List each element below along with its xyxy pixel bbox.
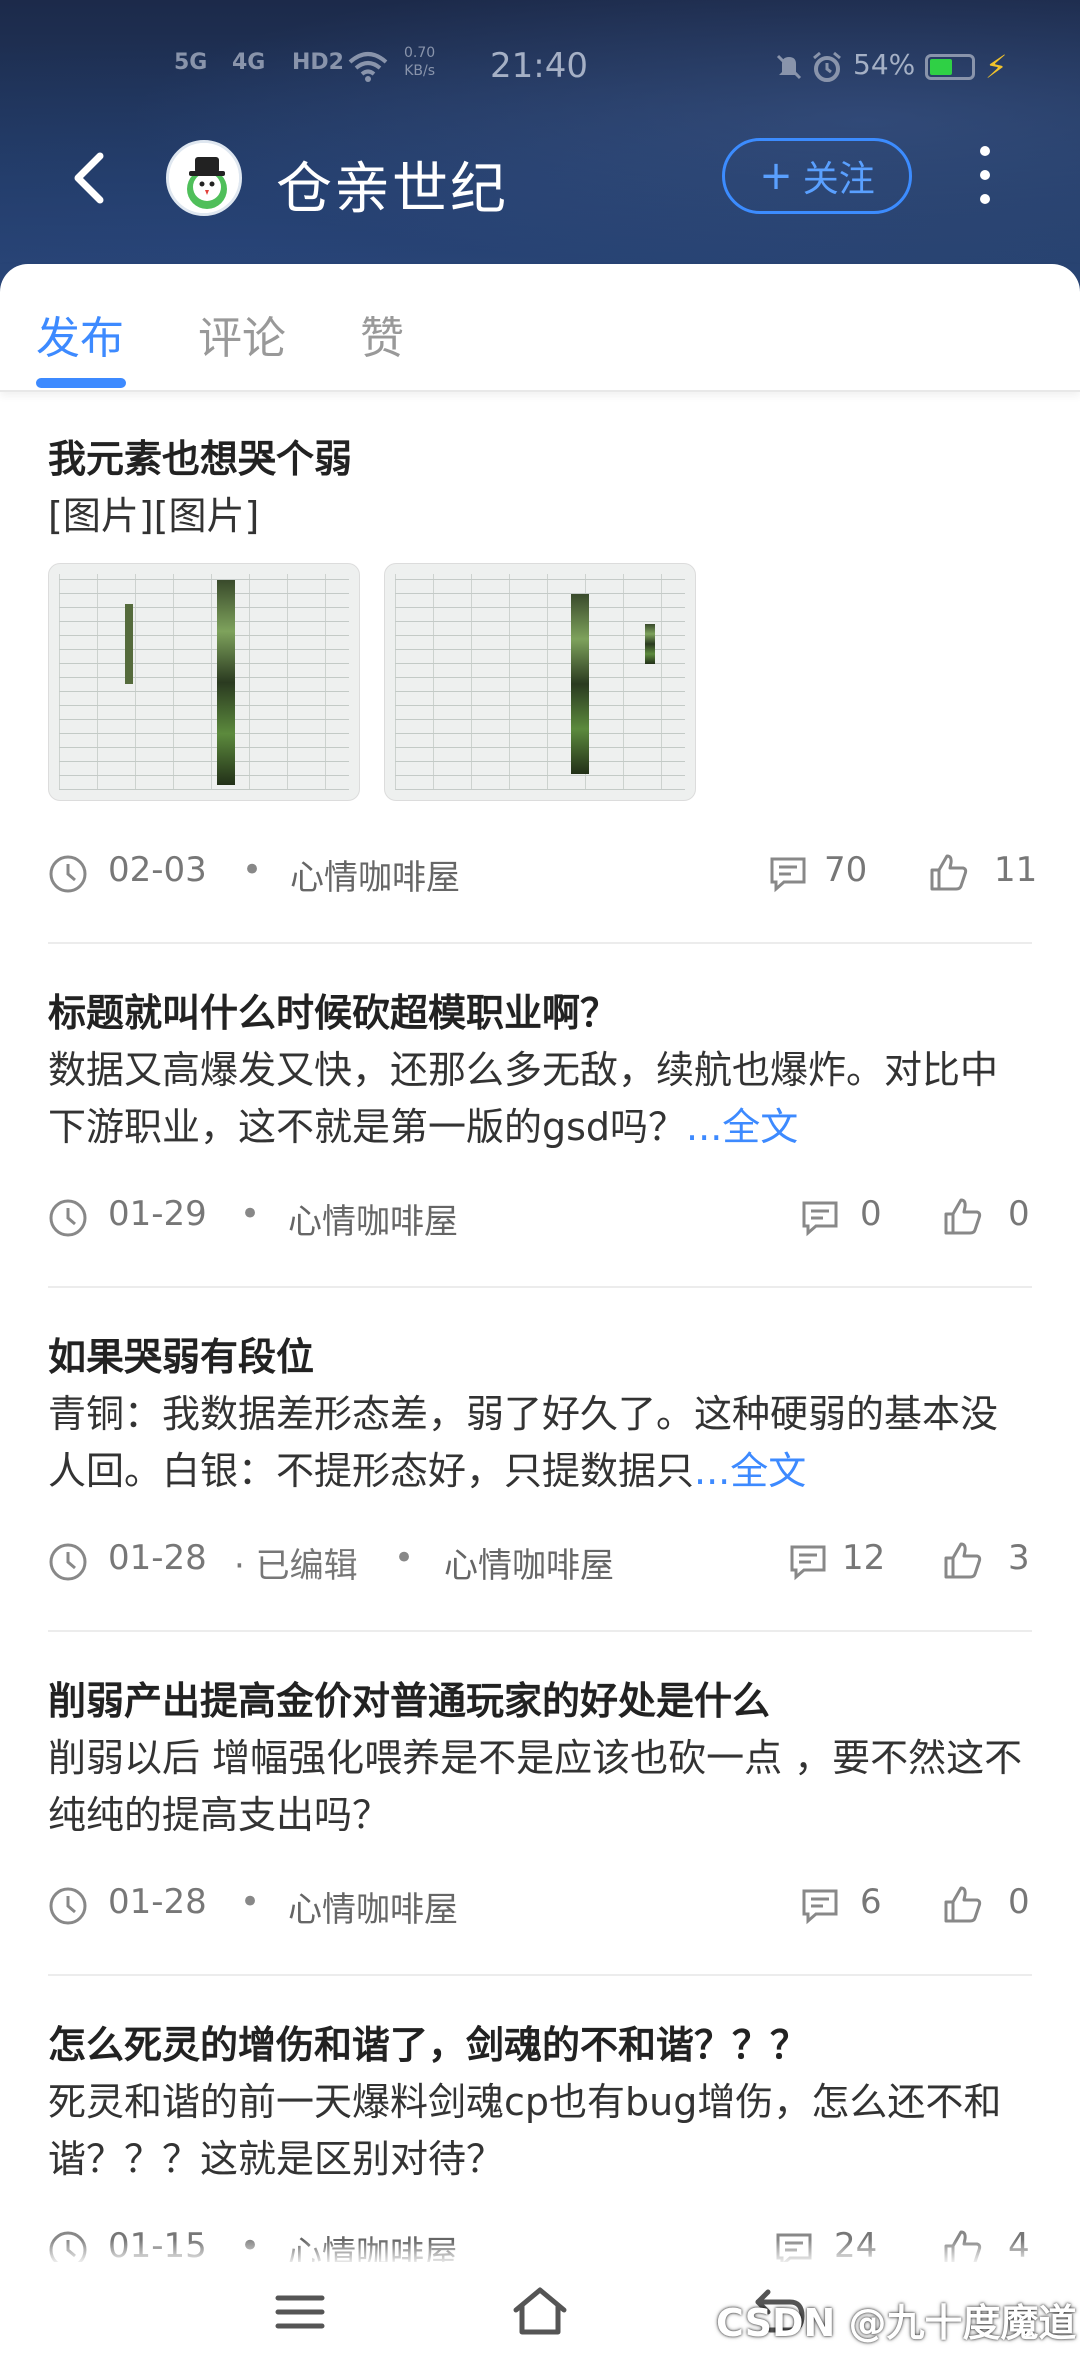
post-title[interactable]: 如果哭弱有段位 <box>48 1328 1032 1386</box>
comment-count: 12 <box>842 1538 886 1578</box>
divider <box>48 1630 1032 1632</box>
read-more-link[interactable]: ...全文 <box>694 1449 806 1493</box>
post-body: [图片][图片] <box>48 494 260 538</box>
post-meta: 01-28 • 心情咖啡屋 6 0 <box>48 1880 1032 1930</box>
post-body: 死灵和谐的前一天爆料剑魂cp也有bug增伤，怎么还不和谐？？？这就是区别对待？ <box>48 2080 1002 2181</box>
charging-icon: ⚡ <box>985 48 1008 86</box>
like-count: 0 <box>1008 1194 1030 1234</box>
page-title: 仓亲世纪 <box>276 157 508 222</box>
tab-posts[interactable]: 发布 <box>36 302 124 366</box>
like-count: 11 <box>994 850 1038 890</box>
meta-separator: • <box>240 1194 261 1234</box>
alarm-icon <box>813 51 841 82</box>
divider <box>48 1974 1032 1976</box>
follow-label: 关注 <box>802 159 875 200</box>
post-meta: 02-03 • 心情咖啡屋 70 11 <box>48 848 1037 899</box>
like-icon[interactable] <box>942 1196 984 1238</box>
read-more-link[interactable]: ...全文 <box>686 1105 798 1149</box>
tab-indicator <box>36 378 126 388</box>
post-item[interactable]: 我元素也想哭个弱 [图片][图片] <box>48 430 1032 801</box>
battery-icon <box>925 54 975 80</box>
tab-comments[interactable]: 评论 <box>198 302 286 366</box>
like-count: 3 <box>1008 1538 1030 1578</box>
like-count: 0 <box>1008 1882 1030 1922</box>
post-title[interactable]: 标题就叫什么时候砍超模职业啊？ <box>48 984 1032 1042</box>
meta-separator: • <box>240 1882 261 1922</box>
clock-icon <box>49 855 87 893</box>
like-icon[interactable] <box>942 1540 984 1582</box>
header: 5G 4G HD2 0.70 KB/s 21:40 54% ⚡ 仓亲世纪 + 关… <box>0 0 1080 300</box>
battery-percent: 54% <box>853 48 916 81</box>
post-title[interactable]: 削弱产出提高金价对普通玩家的好处是什么 <box>48 1672 1032 1730</box>
wifi-icon <box>348 52 388 82</box>
like-icon[interactable] <box>942 1884 984 1926</box>
avatar[interactable] <box>166 140 242 216</box>
post-date: 01-28 <box>108 1538 207 1578</box>
comment-icon[interactable] <box>800 1198 840 1238</box>
post-image[interactable] <box>48 563 360 801</box>
watermark: CSDN @九十度魔道 <box>716 2301 1077 2345</box>
post-meta: 01-28 · 已编辑 • 心情咖啡屋 12 3 <box>48 1536 1032 1586</box>
home-icon[interactable] <box>510 2282 570 2342</box>
edited-label: · 已编辑 <box>234 1546 358 1586</box>
meta-separator: • <box>394 1538 415 1578</box>
post-images <box>48 563 1032 801</box>
comment-count: 6 <box>860 1882 882 1922</box>
signal-5g: 5G <box>174 50 208 75</box>
clock-time: 21:40 <box>490 46 588 86</box>
post-item[interactable]: 怎么死灵的增伤和谐了，剑魂的不和谐？？？ 死灵和谐的前一天爆料剑魂cp也有bug… <box>48 2016 1032 2188</box>
tab-likes[interactable]: 赞 <box>360 302 404 366</box>
comment-count: 0 <box>860 1194 882 1234</box>
nav-bar: 仓亲世纪 + 关注 <box>0 130 1080 230</box>
post-title[interactable]: 怎么死灵的增伤和谐了，剑魂的不和谐？？？ <box>48 2016 1032 2074</box>
post-date: 01-29 <box>108 1194 207 1234</box>
meta-separator: • <box>242 850 263 890</box>
clock-icon <box>49 1199 87 1237</box>
plus-icon: + <box>759 153 793 199</box>
post-category[interactable]: 心情咖啡屋 <box>444 1538 614 1587</box>
comment-icon[interactable] <box>788 1542 828 1582</box>
post-item[interactable]: 如果哭弱有段位 青铜：我数据差形态差，弱了好久了。这种硬弱的基本没人回。白银：不… <box>48 1328 1032 1500</box>
clock-icon <box>49 1543 87 1581</box>
post-category[interactable]: 心情咖啡屋 <box>288 1194 458 1243</box>
divider <box>48 1286 1032 1288</box>
back-arrow-icon[interactable] <box>60 148 120 208</box>
comment-icon[interactable] <box>768 854 808 894</box>
post-category[interactable]: 心情咖啡屋 <box>290 850 460 899</box>
post-body: 数据又高爆发又快，还那么多无敌，续航也爆炸。对比中下游职业，这不就是第一版的gs… <box>48 1048 999 1149</box>
post-image[interactable] <box>384 563 696 801</box>
post-body: 削弱以后 增幅强化喂养是不是应该也砍一点 ，要不然这不纯纯的提高支出吗？ <box>48 1736 1023 1837</box>
net-speed: 0.70 KB/s <box>404 45 436 79</box>
follow-button[interactable]: + 关注 <box>722 138 912 214</box>
post-body: 青铜：我数据差形态差，弱了好久了。这种硬弱的基本没人回。白银：不提形态好，只提数… <box>48 1392 999 1493</box>
post-category[interactable]: 心情咖啡屋 <box>288 1882 458 1931</box>
clock-icon <box>49 1887 87 1925</box>
status-bar: 5G 4G HD2 0.70 KB/s 21:40 54% ⚡ <box>0 44 1080 94</box>
post-meta: 01-29 • 心情咖啡屋 0 0 <box>48 1192 1032 1242</box>
signal-4g: 4G <box>232 50 266 75</box>
signal-hd: HD2 <box>292 50 344 75</box>
post-item[interactable]: 削弱产出提高金价对普通玩家的好处是什么 削弱以后 增幅强化喂养是不是应该也砍一点… <box>48 1672 1032 1844</box>
divider <box>48 942 1032 944</box>
comment-icon[interactable] <box>800 1886 840 1926</box>
more-options-icon[interactable] <box>975 146 995 210</box>
post-item[interactable]: 标题就叫什么时候砍超模职业啊？ 数据又高爆发又快，还那么多无敌，续航也爆炸。对比… <box>48 984 1032 1156</box>
like-icon[interactable] <box>928 852 970 894</box>
tab-bar: 发布 评论 赞 <box>0 264 1080 392</box>
post-title[interactable]: 我元素也想哭个弱 <box>48 430 1032 488</box>
comment-count: 70 <box>824 850 868 890</box>
post-date: 01-28 <box>108 1882 207 1922</box>
post-date: 02-03 <box>108 850 207 890</box>
menu-icon[interactable] <box>270 2282 330 2342</box>
mute-icon <box>776 54 802 80</box>
